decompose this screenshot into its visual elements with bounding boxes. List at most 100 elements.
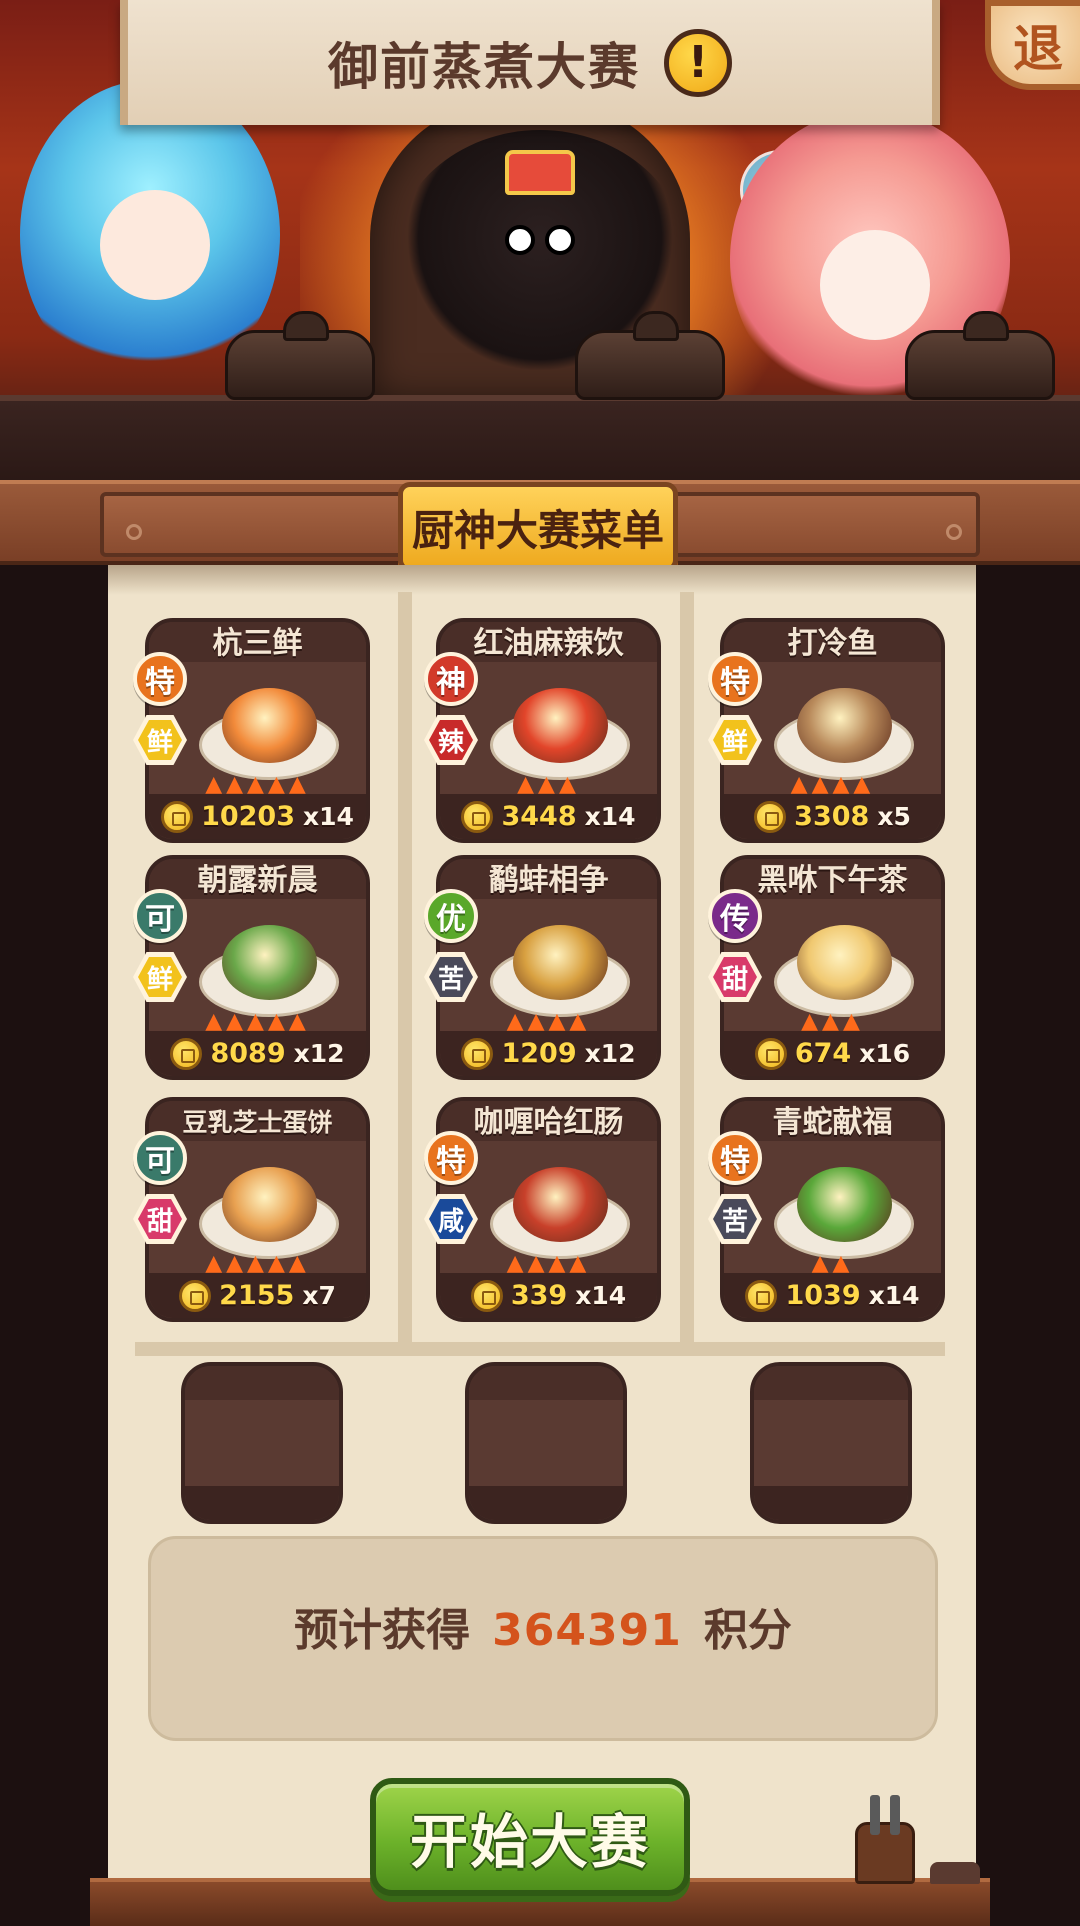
knife-icon xyxy=(890,1795,900,1835)
stove-counter xyxy=(0,395,1080,480)
empty-dish-slot[interactable] xyxy=(181,1362,343,1524)
side-background xyxy=(0,565,108,1926)
rail-rivet xyxy=(126,524,142,540)
dish-image xyxy=(194,670,344,785)
dish-quantity: x14 xyxy=(575,1281,627,1310)
taste-label: 甜 xyxy=(713,957,757,997)
taste-label: 苦 xyxy=(429,957,473,997)
dish-image xyxy=(485,670,635,785)
dish-grade-badge: 优 xyxy=(424,889,478,943)
menu-title: 厨神大赛菜单 xyxy=(398,482,678,572)
dish-name: 杭三鲜 xyxy=(212,626,303,661)
taste-label: 鲜 xyxy=(713,720,757,760)
food-icon xyxy=(513,925,608,1000)
crown-icon xyxy=(505,150,575,195)
food-icon xyxy=(222,925,317,1000)
dish-quantity: x14 xyxy=(303,802,354,831)
coin-icon xyxy=(745,1279,778,1312)
coin-icon xyxy=(179,1279,212,1312)
price-band: 3448 x14 xyxy=(440,794,657,839)
dish-image xyxy=(769,670,919,785)
score-prefix: 预计获得 xyxy=(294,1605,471,1656)
column-divider xyxy=(398,592,412,1342)
dish-grade-badge: 特 xyxy=(708,652,762,706)
dish-grade-badge: 特 xyxy=(424,1131,478,1185)
cup-icon xyxy=(930,1862,980,1884)
dish-name: 黑咻下午茶 xyxy=(757,863,908,898)
slot-band xyxy=(185,1366,339,1400)
dish-price: 8089 xyxy=(210,1038,286,1069)
score-suffix: 积分 xyxy=(703,1605,792,1656)
dish-price: 10203 xyxy=(201,801,295,832)
dish-grade-badge: 可 xyxy=(133,889,187,943)
coin-icon xyxy=(161,800,194,833)
coin-icon xyxy=(754,1037,787,1070)
clay-pot-icon xyxy=(575,311,725,400)
dish-quantity: x12 xyxy=(584,1039,636,1068)
knife-icon xyxy=(870,1795,880,1835)
price-band: 2155 x7 xyxy=(149,1273,366,1318)
coin-icon xyxy=(754,800,787,833)
price-band: 10203 x14 xyxy=(149,794,366,839)
score-line: 预计获得 364391 积分 xyxy=(151,1594,935,1658)
slot-band xyxy=(469,1366,623,1400)
dish-price: 339 xyxy=(510,1280,568,1311)
dish-price: 1209 xyxy=(501,1038,577,1069)
rail-rivet xyxy=(946,524,962,540)
taste-label: 咸 xyxy=(429,1199,473,1239)
column-divider xyxy=(680,592,694,1342)
price-band: 1209 x12 xyxy=(440,1031,657,1076)
dish-image xyxy=(194,1149,344,1264)
clay-pot-icon xyxy=(905,311,1055,400)
dish-quantity: x16 xyxy=(859,1039,911,1068)
title-banner: 御前蒸煮大赛 ! xyxy=(120,0,940,125)
dish-name: 鹬蚌相争 xyxy=(488,863,609,898)
empty-dish-slot[interactable] xyxy=(750,1362,912,1524)
slot-band xyxy=(754,1486,908,1520)
coin-icon xyxy=(470,1279,503,1312)
character-face xyxy=(100,190,210,300)
price-band: 339 x14 xyxy=(440,1273,657,1318)
clay-pot-icon xyxy=(225,311,375,400)
food-icon xyxy=(222,688,317,763)
character-face xyxy=(820,230,930,340)
taste-label: 鲜 xyxy=(138,720,182,760)
bear-eye xyxy=(505,225,535,255)
price-band: 674 x16 xyxy=(724,1031,941,1076)
info-icon[interactable]: ! xyxy=(664,28,732,97)
dish-quantity: x12 xyxy=(293,1039,345,1068)
knife-block-icon xyxy=(855,1795,915,1884)
dish-price: 1039 xyxy=(785,1280,861,1311)
price-band: 8089 x12 xyxy=(149,1031,366,1076)
empty-dish-slot[interactable] xyxy=(465,1362,627,1524)
start-contest-button[interactable]: 开始大赛 xyxy=(370,1778,690,1896)
dish-image xyxy=(194,907,344,1022)
dish-price: 3308 xyxy=(794,801,870,832)
food-icon xyxy=(797,688,892,763)
dish-grade-badge: 特 xyxy=(708,1131,762,1185)
score-box: 预计获得 364391 积分 xyxy=(148,1536,938,1741)
dish-quantity: x7 xyxy=(302,1281,336,1310)
exit-button[interactable]: 退 xyxy=(985,0,1080,90)
food-icon xyxy=(513,688,608,763)
taste-label: 甜 xyxy=(138,1199,182,1239)
dish-grade-badge: 传 xyxy=(708,889,762,943)
taste-label: 苦 xyxy=(713,1199,757,1239)
dish-grade-badge: 神 xyxy=(424,652,478,706)
food-icon xyxy=(797,925,892,1000)
score-value: 364391 xyxy=(492,1605,682,1656)
dish-quantity: x14 xyxy=(868,1281,920,1310)
dish-name: 咖喱哈红肠 xyxy=(473,1105,624,1140)
coin-icon xyxy=(461,800,494,833)
dish-grade-badge: 可 xyxy=(133,1131,187,1185)
coin-icon xyxy=(170,1037,203,1070)
price-band: 1039 x14 xyxy=(724,1273,941,1318)
slot-band xyxy=(754,1366,908,1400)
taste-label: 辣 xyxy=(429,720,473,760)
dish-image xyxy=(485,907,635,1022)
slot-band xyxy=(469,1486,623,1520)
dish-name: 打冷鱼 xyxy=(787,626,878,661)
coin-icon xyxy=(461,1037,494,1070)
side-background xyxy=(976,565,1080,1926)
bear-eye xyxy=(545,225,575,255)
